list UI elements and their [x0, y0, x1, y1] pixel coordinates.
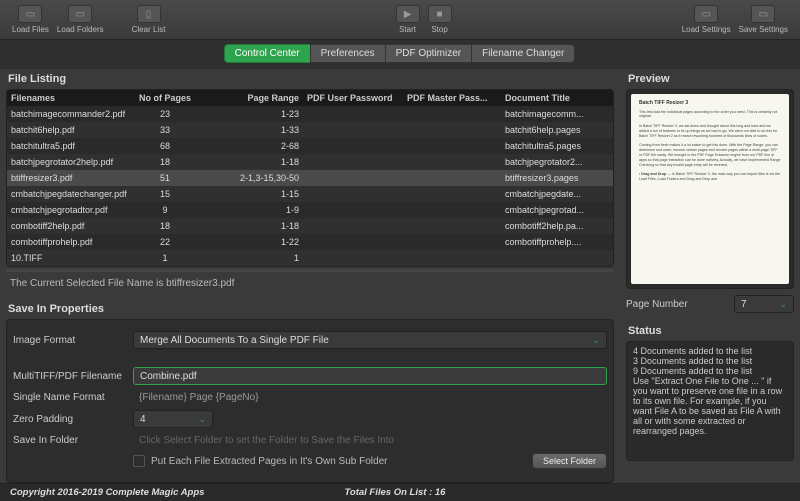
preview-page-heading: Batch TIFF Resizer 3	[639, 100, 781, 107]
save-folder-placeholder: Click Select Folder to set the Folder to…	[133, 433, 607, 448]
tab-filename-changer[interactable]: Filename Changer	[471, 44, 575, 63]
chevron-down-icon: ⌄	[198, 414, 206, 425]
subfolder-check-label: Put Each File Extracted Pages in It's Ow…	[151, 456, 532, 467]
save-settings-button[interactable]: ▭Save Settings	[739, 5, 788, 34]
selected-file-status: The Current Selected File Name is btiffr…	[6, 272, 614, 299]
preview-title: Preview	[626, 69, 794, 89]
zero-padding-label: Zero Padding	[13, 414, 133, 425]
page-number-select[interactable]: 7⌄	[734, 295, 794, 313]
load-files-button[interactable]: ▭Load Files	[12, 5, 49, 34]
multi-filename-input[interactable]	[133, 367, 607, 385]
save-folder-label: Save In Folder	[13, 435, 133, 446]
select-folder-button[interactable]: Select Folder	[532, 453, 607, 469]
tab-preferences[interactable]: Preferences	[310, 44, 386, 63]
single-name-format-value: {Filename} Page {PageNo}	[133, 390, 607, 405]
tab-pdf-optimizer[interactable]: PDF Optimizer	[385, 44, 473, 63]
page-number-label: Page Number	[626, 299, 734, 310]
table-row[interactable]: batchjpegrotator2help.pdf181-18batchjpeg…	[7, 154, 613, 170]
folder-icon: ▭	[68, 5, 92, 23]
load-settings-button[interactable]: ▭Load Settings	[682, 5, 731, 34]
single-name-format-label: Single Name Format	[13, 392, 133, 403]
stop-button[interactable]: ■Stop	[428, 5, 452, 34]
col-range[interactable]: Page Range	[195, 90, 303, 106]
page-icon: ▯	[137, 5, 161, 23]
clear-list-button[interactable]: ▯Clear List	[132, 5, 166, 34]
document-icon: ▭	[18, 5, 42, 23]
table-row[interactable]: cmbatchjpegrotadtor.pdf91-9cmbatchjpegro…	[7, 202, 613, 218]
preview-pane: Batch TIFF Resizer 3 This lets load the …	[626, 89, 794, 289]
start-button[interactable]: ▶Start	[396, 5, 420, 34]
save-icon: ▭	[751, 5, 775, 23]
tab-bar: Control Center Preferences PDF Optimizer…	[0, 40, 800, 69]
table-row[interactable]: batchimagecommander2.pdf231-23batchimage…	[7, 106, 613, 122]
zero-padding-select[interactable]: 4⌄	[133, 410, 213, 428]
table-row[interactable]: cmbatchjpegdatechanger.pdf151-15cmbatchj…	[7, 186, 613, 202]
col-pages[interactable]: No of Pages	[135, 90, 195, 106]
load-folders-button[interactable]: ▭Load Folders	[57, 5, 104, 34]
folder-open-icon: ▭	[694, 5, 718, 23]
footer-bar: Copyright 2016-2019 Complete Magic Apps …	[0, 483, 800, 501]
status-title: Status	[626, 321, 794, 341]
status-line: 4 Documents added to the list	[633, 346, 787, 356]
chevron-down-icon: ⌄	[779, 299, 787, 310]
status-log[interactable]: 4 Documents added to the list3 Documents…	[626, 341, 794, 461]
play-icon: ▶	[396, 5, 420, 23]
image-format-label: Image Format	[13, 335, 133, 346]
status-line: 9 Documents added to the list	[633, 366, 787, 376]
tab-control-center[interactable]: Control Center	[224, 44, 311, 63]
table-row[interactable]: 12.TIFF11	[7, 266, 613, 267]
table-row[interactable]: 10.TIFF11	[7, 250, 613, 266]
multi-filename-label: MultiTIFF/PDF Filename	[13, 371, 133, 382]
image-format-select[interactable]: Merge All Documents To a Single PDF File…	[133, 331, 607, 349]
status-line: Use "Extract One File to One ... " if yo…	[633, 376, 787, 436]
table-row[interactable]: combotiffprohelp.pdf221-22combotiffprohe…	[7, 234, 613, 250]
file-listing-title: File Listing	[6, 69, 614, 89]
col-doc-title[interactable]: Document Title	[501, 90, 607, 106]
status-line: 3 Documents added to the list	[633, 356, 787, 366]
table-row[interactable]: batchit6help.pdf331-33batchit6help.pages	[7, 122, 613, 138]
preview-page-render: Batch TIFF Resizer 3 This lets load the …	[631, 94, 789, 284]
table-body[interactable]: batchimagecommander2.pdf231-23batchimage…	[7, 106, 613, 267]
col-user-pass[interactable]: PDF User Password	[303, 90, 403, 106]
table-row[interactable]: batchitultra5.pdf682-68batchitultra5.pag…	[7, 138, 613, 154]
copyright-text: Copyright 2016-2019 Complete Magic Apps	[0, 487, 214, 498]
col-filenames[interactable]: Filenames	[7, 90, 135, 106]
table-row[interactable]: btiffresizer3.pdf512-1,3-15,30-50btiffre…	[7, 170, 613, 186]
total-files-text: Total Files On List : 16	[334, 487, 455, 498]
subfolder-checkbox[interactable]	[133, 455, 145, 467]
chevron-down-icon: ⌄	[592, 335, 600, 346]
table-row[interactable]: combotiff2help.pdf181-18combotiff2help.p…	[7, 218, 613, 234]
save-properties-title: Save In Properties	[6, 299, 614, 319]
table-header: Filenames No of Pages Page Range PDF Use…	[7, 90, 613, 106]
stop-icon: ■	[428, 5, 452, 23]
file-listing-table: Filenames No of Pages Page Range PDF Use…	[6, 89, 614, 267]
save-properties-panel: Image Format Merge All Documents To a Si…	[6, 319, 614, 483]
main-toolbar: ▭Load Files ▭Load Folders ▯Clear List ▶S…	[0, 0, 800, 40]
col-master-pass[interactable]: PDF Master Pass...	[403, 90, 501, 106]
